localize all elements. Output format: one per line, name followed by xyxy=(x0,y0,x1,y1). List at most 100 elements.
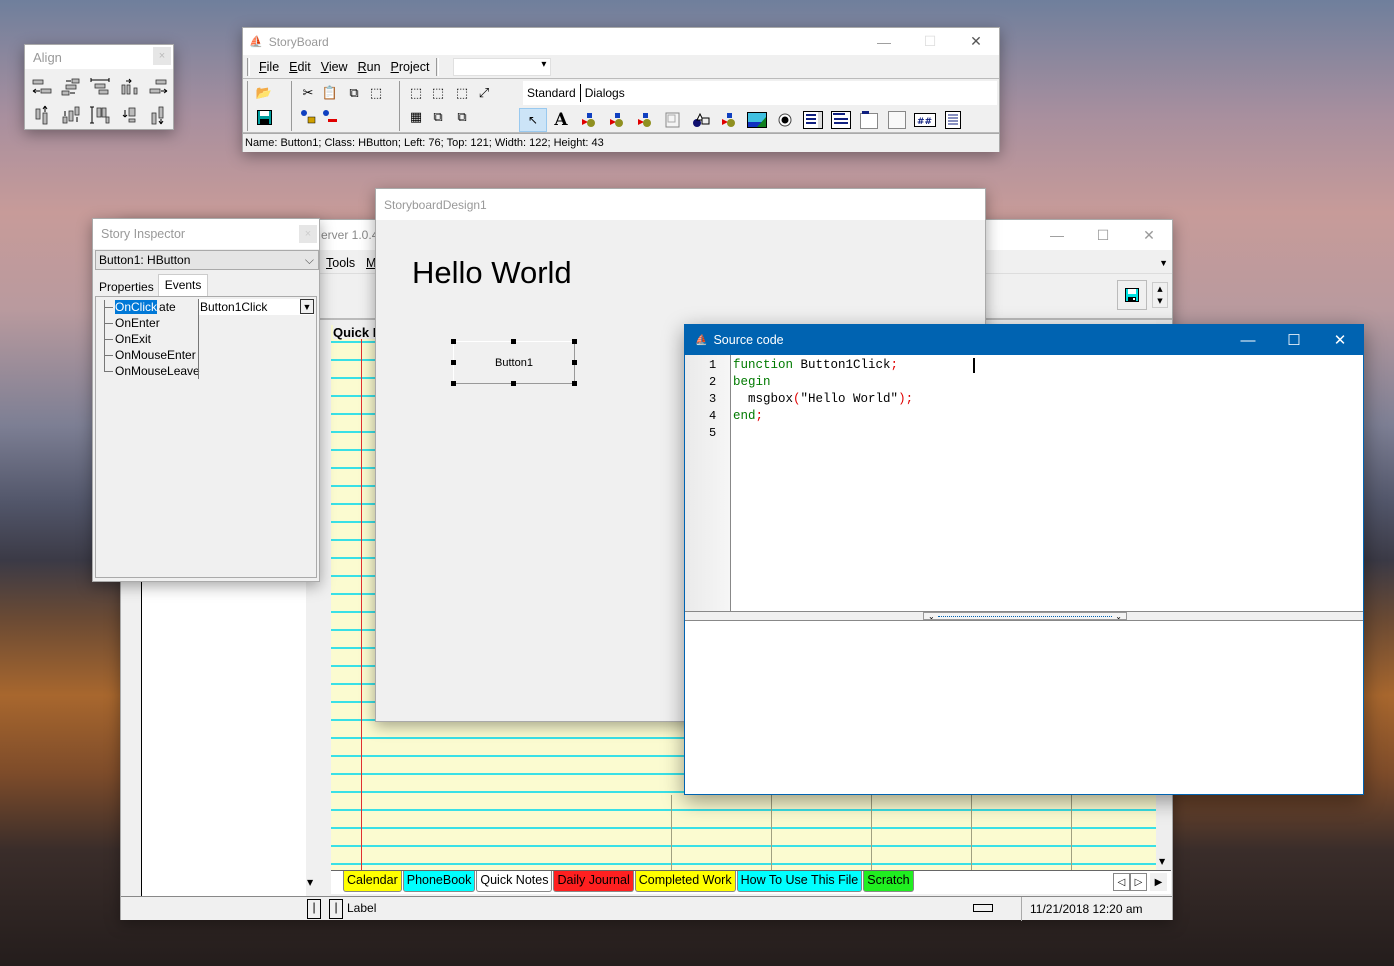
palette-tab-standard[interactable]: Standard xyxy=(523,86,580,100)
grid-origin-icon[interactable]: ⬚ xyxy=(406,83,426,103)
spin-buttons[interactable]: ▲ ▼ xyxy=(1152,282,1168,308)
resize-handle[interactable] xyxy=(451,381,456,386)
minimize-button[interactable]: — xyxy=(1225,325,1271,355)
minimize-button[interactable]: — xyxy=(861,28,907,55)
pointer-tool-icon[interactable]: ↖ xyxy=(519,108,547,132)
groupbox-tool-icon[interactable] xyxy=(855,108,883,132)
cut-icon[interactable]: ✂ xyxy=(298,83,318,103)
menu-edit[interactable]: Edit xyxy=(284,60,316,74)
code-editor[interactable]: function Button1Click; begin msgbox("Hell… xyxy=(733,355,1363,612)
close-button[interactable]: ✕ xyxy=(953,28,999,55)
maximize-button[interactable]: ☐ xyxy=(1271,325,1317,355)
tab-next-button[interactable]: ▷ xyxy=(1130,873,1147,891)
component-tool-icon[interactable] xyxy=(631,108,659,132)
resize-handle[interactable] xyxy=(572,339,577,344)
forms-icon[interactable]: ⧉ xyxy=(428,107,448,127)
listbox-tool-icon[interactable] xyxy=(799,108,827,132)
select-all-icon[interactable]: ⬚ xyxy=(366,83,386,103)
palette-tab-dialogs[interactable]: Dialogs xyxy=(581,86,629,100)
align-center-vertical-icon[interactable] xyxy=(85,101,114,129)
close-button[interactable]: ✕ xyxy=(1126,220,1172,250)
tab-completed-work[interactable]: Completed Work xyxy=(634,871,736,892)
close-button[interactable]: ✕ xyxy=(1317,325,1363,355)
tab-how-to-use[interactable]: How To Use This File xyxy=(736,871,863,892)
tab-daily-journal[interactable]: Daily Journal xyxy=(553,871,634,892)
form-icon[interactable]: ▦ xyxy=(406,107,426,127)
align-left-spacing-icon[interactable] xyxy=(56,73,85,101)
combobox-tool-icon[interactable] xyxy=(827,108,855,132)
event-row-onmouseenter[interactable]: OnMouseEnter xyxy=(104,347,200,363)
new-form-icon[interactable]: ⧉ xyxy=(452,107,472,127)
copy-icon[interactable]: ⧉ xyxy=(344,83,364,103)
delete-icon[interactable] xyxy=(320,107,340,127)
panel-tool-icon[interactable] xyxy=(659,108,687,132)
resize-handle[interactable] xyxy=(451,339,456,344)
align-vertical-spacing-icon[interactable] xyxy=(56,101,85,129)
pane-splitter[interactable]: ⌄ ⌄ xyxy=(685,611,1363,621)
label-tool-icon[interactable]: A xyxy=(547,108,575,132)
tab-scroll-right-button[interactable]: ▶ xyxy=(1150,873,1167,891)
memo-tool-icon[interactable] xyxy=(939,108,967,132)
component-tool-icon[interactable] xyxy=(603,108,631,132)
maximize-button[interactable]: ☐ xyxy=(907,28,953,55)
align-center-horizontal-icon[interactable] xyxy=(85,73,114,101)
maximize-button[interactable]: ☐ xyxy=(1080,220,1126,250)
dropdown-arrow-button[interactable]: ▼ xyxy=(300,299,314,314)
resize-handle[interactable] xyxy=(572,381,577,386)
tab-events[interactable]: Events xyxy=(157,274,209,296)
grid-size-icon[interactable]: ⬚ xyxy=(428,83,448,103)
spin-down-icon[interactable]: ▼ xyxy=(1157,297,1162,305)
spin-up-icon[interactable]: ▲ xyxy=(1157,285,1162,293)
component-tool-icon[interactable] xyxy=(715,108,743,132)
button1-control[interactable]: Button1 xyxy=(453,341,575,384)
menubar-dropdown-arrow[interactable]: ▼ xyxy=(1159,258,1168,268)
tab-quick-notes[interactable]: Quick Notes xyxy=(476,871,553,892)
resize-handle[interactable] xyxy=(572,360,577,365)
hello-world-label[interactable]: Hello World xyxy=(412,255,572,291)
save-button[interactable] xyxy=(1117,280,1147,310)
tab-properties[interactable]: Properties xyxy=(95,278,158,296)
align-left-icon[interactable] xyxy=(27,73,56,101)
image-tool-icon[interactable] xyxy=(743,108,771,132)
lock-icon[interactable] xyxy=(298,107,318,127)
resize-handle[interactable] xyxy=(511,339,516,344)
snap-grid-icon[interactable]: ⬚ xyxy=(452,83,472,103)
tab-calendar[interactable]: Calendar xyxy=(343,871,402,892)
event-row-onmouseleave[interactable]: OnMouseLeave xyxy=(104,363,200,379)
menu-file[interactable]: File xyxy=(254,60,284,74)
inspector-close-button[interactable]: × xyxy=(299,225,317,243)
menu-view[interactable]: View xyxy=(316,60,353,74)
event-row-onexit[interactable]: OnExit xyxy=(104,331,200,347)
form-selector-combo[interactable] xyxy=(453,57,552,76)
tab-phonebook[interactable]: PhoneBook xyxy=(402,871,476,892)
event-row-onenter[interactable]: OnEnter xyxy=(104,315,200,331)
paste-icon[interactable]: 📋 xyxy=(320,83,340,103)
align-top-icon[interactable] xyxy=(27,101,56,129)
object-selector-combo[interactable]: Button1: HButton ⌵ xyxy=(95,250,319,270)
scroll-down-icon[interactable]: ▼ xyxy=(1159,857,1165,866)
output-pane[interactable] xyxy=(685,621,1363,794)
edit-tool-icon[interactable]: ## xyxy=(911,108,939,132)
align-bottom-spacing-icon[interactable] xyxy=(114,101,143,129)
align-right-icon[interactable] xyxy=(143,73,172,101)
left-scroll-down-icon[interactable]: ▼ xyxy=(307,878,313,887)
tab-scratch[interactable]: Scratch xyxy=(863,871,914,892)
shape-tool-icon[interactable] xyxy=(687,108,715,132)
component-tool-icon[interactable] xyxy=(575,108,603,132)
frame-tool-icon[interactable] xyxy=(883,108,911,132)
splitter-handle[interactable]: ⌄ ⌄ xyxy=(923,612,1127,621)
menu-run[interactable]: Run xyxy=(353,60,386,74)
tab-order-icon[interactable]: ⤢ xyxy=(474,83,494,103)
event-row-onclick[interactable]: OnClick ate xyxy=(104,299,200,315)
resize-handle[interactable] xyxy=(511,381,516,386)
toolbar-grip[interactable] xyxy=(247,57,250,76)
onclick-value-field[interactable]: Button1Click ▼ xyxy=(199,299,314,315)
menu-tools[interactable]: Tools xyxy=(326,256,355,270)
menu-project[interactable]: Project xyxy=(386,60,435,74)
minimize-button[interactable]: — xyxy=(1034,220,1080,250)
open-folder-icon[interactable]: 📂 xyxy=(254,83,274,103)
resize-handle[interactable] xyxy=(451,360,456,365)
align-close-button[interactable]: × xyxy=(153,47,171,65)
tab-prev-button[interactable]: ◁ xyxy=(1113,873,1130,891)
align-horizontal-spacing-icon[interactable] xyxy=(114,73,143,101)
